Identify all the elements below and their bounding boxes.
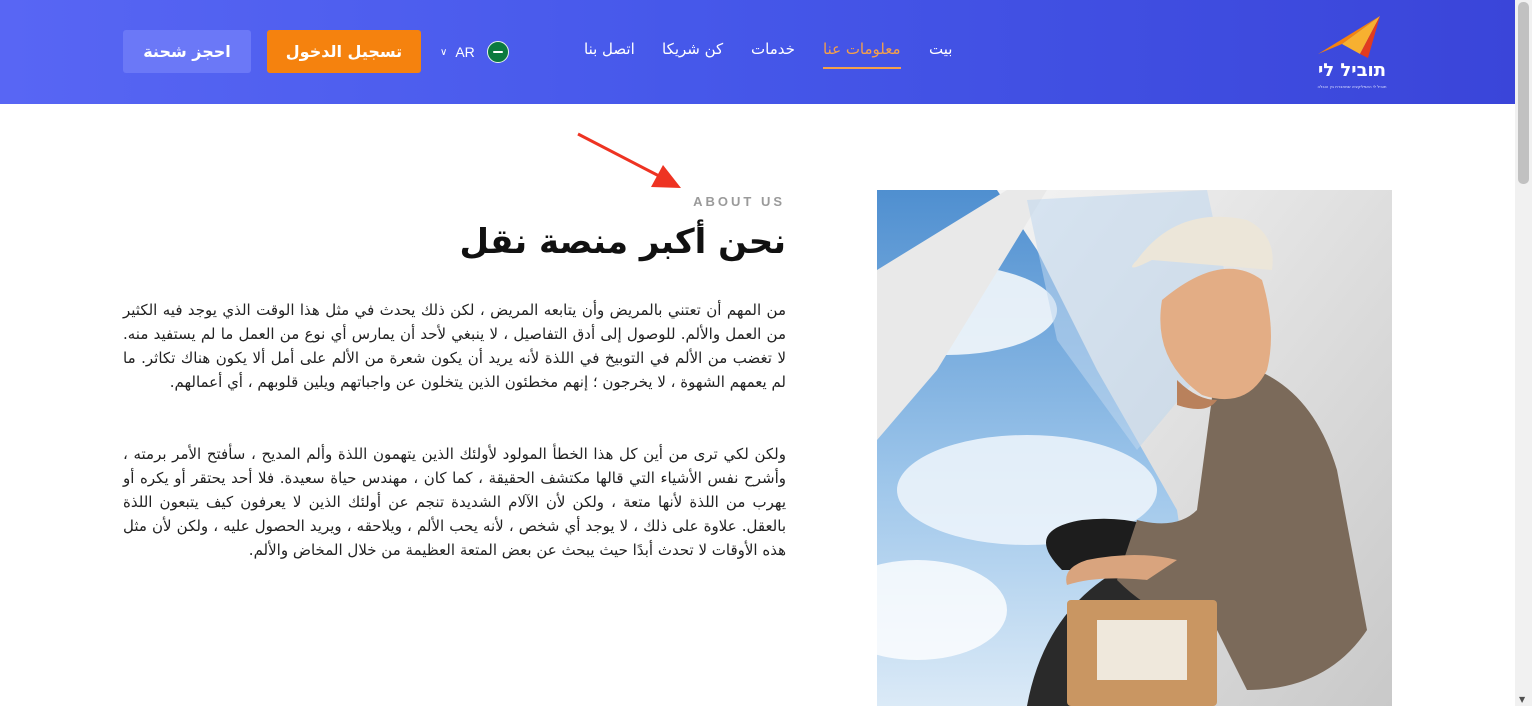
- saudi-flag-icon: [486, 41, 509, 63]
- nav-partner[interactable]: كن شريكا: [662, 40, 723, 58]
- annotation-arrow-icon: [577, 132, 681, 188]
- chevron-down-icon: ∨: [440, 46, 448, 58]
- section-eyebrow: ABOUT US: [693, 194, 785, 209]
- nav-contact[interactable]: اتصل بنا: [584, 40, 635, 58]
- logo-brand-text: תוביל לי: [1317, 60, 1387, 81]
- language-code: AR: [455, 44, 475, 60]
- nav-services[interactable]: خدمات: [751, 40, 795, 58]
- section-title: نحن أكبر منصة نقل: [459, 222, 786, 262]
- page-scrollbar[interactable]: ▼: [1515, 0, 1532, 706]
- book-shipment-button[interactable]: احجز شحنة: [123, 30, 251, 73]
- logo-tagline: תוביל לי האפליקציה שמחברת בין הובלה: [1317, 84, 1387, 89]
- paper-plane-logo-icon: [1318, 16, 1380, 58]
- login-button[interactable]: تسجيل الدخول: [267, 30, 421, 73]
- language-selector[interactable]: ∨ AR: [440, 40, 509, 64]
- nav-home[interactable]: بيت: [929, 40, 952, 58]
- site-logo[interactable]: תוביל לי תוביל לי האפליקציה שמחברת בין ה…: [1312, 14, 1394, 92]
- about-paragraph-2: ولكن لكي ترى من أين كل هذا الخطأ المولود…: [123, 445, 786, 559]
- delivery-driver-photo: [877, 190, 1392, 706]
- scroll-down-arrow-icon[interactable]: ▼: [1519, 695, 1525, 704]
- site-header: احجز شحنة تسجيل الدخول ∨ AR اتصل بنا كن …: [0, 0, 1515, 104]
- about-paragraph-1: من المهم أن تعتني بالمريض وأن يتابعه الم…: [123, 301, 786, 391]
- scrollbar-thumb[interactable]: [1518, 2, 1529, 184]
- nav-about[interactable]: معلومات عنا: [823, 40, 901, 69]
